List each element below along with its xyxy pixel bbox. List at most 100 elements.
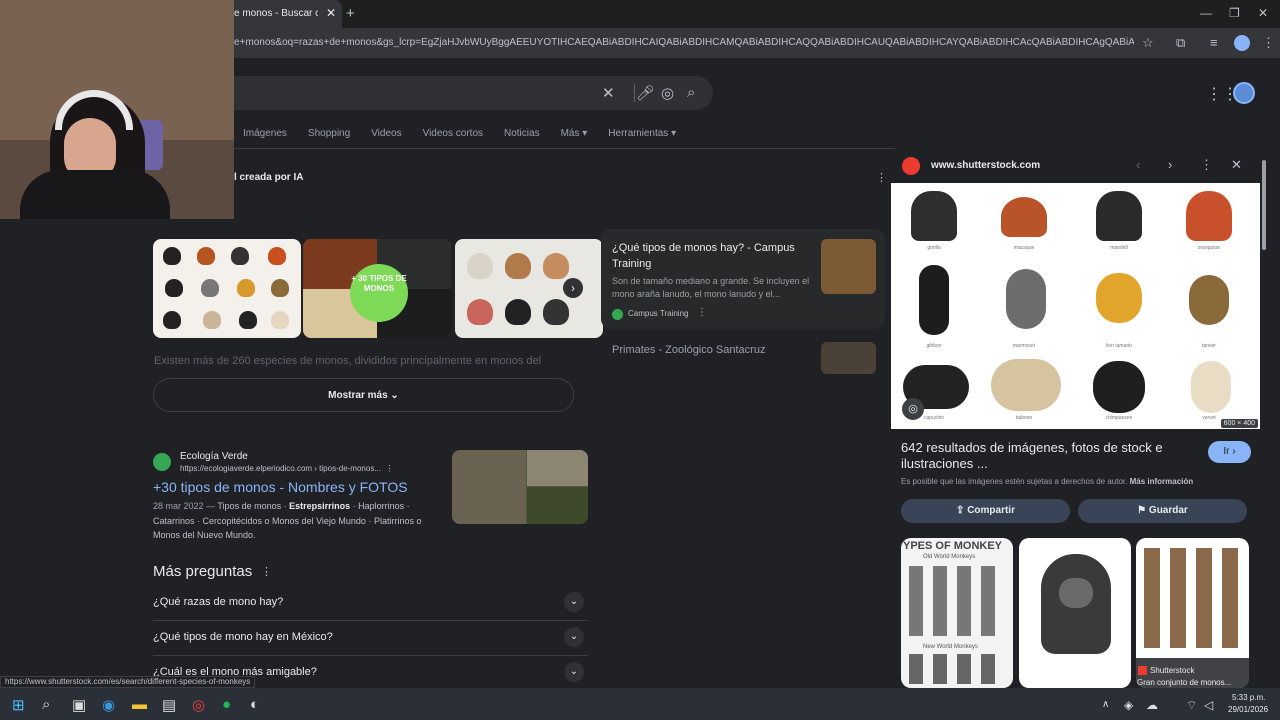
prev-icon[interactable]: ‹ (1136, 157, 1140, 172)
result-site-name[interactable]: Ecología Verde (180, 451, 248, 462)
monkey-figure (911, 191, 957, 241)
next-icon[interactable]: › (1168, 157, 1172, 172)
related-image-3[interactable]: Shutterstock Gran conjunto de monos... (1136, 538, 1249, 688)
chrome-icon[interactable]: ◎ (192, 696, 205, 714)
related-image-heading: YPES OF MONKEY (903, 540, 1003, 552)
monkey-figure (919, 265, 949, 335)
restore-icon[interactable]: ❐ (1229, 6, 1240, 20)
site-favicon-icon (153, 453, 171, 471)
tray-app-icon[interactable]: ☁ (1146, 698, 1158, 712)
lens-search-icon[interactable]: ◎ (902, 398, 924, 420)
related-image-1[interactable]: YPES OF MONKEY Old World Monkeys New Wor… (901, 538, 1013, 688)
file-explorer-icon[interactable]: ▬ (132, 696, 147, 713)
paa-question[interactable]: ¿Qué tipos de mono hay en México? ⌄ (153, 621, 588, 656)
image-dimensions: 600 × 400 (1220, 419, 1258, 428)
wifi-icon[interactable]: ⌔ (1186, 698, 1197, 713)
result-url[interactable]: https://ecologiaverde.elperiodico.com › … (180, 464, 393, 473)
card-title[interactable]: Primates - Zoológico Santacruz (612, 344, 765, 356)
more-info-link[interactable]: Más información (1130, 477, 1194, 486)
paa-question[interactable]: ¿Qué razas de mono hay? ⌄ (153, 586, 588, 621)
show-more-button[interactable]: Mostrar más ⌄ (153, 378, 574, 412)
clock-time[interactable]: 5:33 p.m. (1232, 693, 1265, 702)
tab-shopping[interactable]: Shopping (308, 128, 350, 139)
reading-list-icon[interactable]: ≡ (1210, 35, 1218, 50)
monkey-figure (1096, 191, 1142, 241)
lens-icon[interactable]: ◎ (661, 84, 674, 102)
tab-short-videos[interactable]: Videos cortos (423, 128, 483, 139)
chevron-down-icon[interactable]: ⌄ (564, 662, 584, 682)
close-window-icon[interactable]: ✕ (1258, 6, 1268, 20)
go-label: Ir (1223, 446, 1230, 457)
active-tab[interactable]: e monos - Buscar con G ✕ (228, 0, 342, 28)
tray-chevron-icon[interactable]: ∧ (1102, 699, 1109, 710)
close-icon[interactable]: ✕ (1231, 157, 1242, 173)
new-tab-button[interactable]: + (346, 5, 355, 22)
tab-images[interactable]: Imágenes (243, 128, 287, 139)
paa-question-text: ¿Qué razas de mono hay? (153, 596, 284, 608)
monkey-figure (1096, 273, 1142, 323)
tab-news[interactable]: Noticias (504, 128, 540, 139)
profile-avatar[interactable] (1234, 35, 1250, 51)
task-view-icon[interactable]: ▣ (72, 696, 86, 714)
extensions-icon[interactable]: ⧉ (1176, 35, 1185, 51)
tab-close-icon[interactable]: ✕ (326, 6, 336, 20)
url-field[interactable]: e+monos&oq=razas+de+monos&gs_lcrp=EgZjaH… (234, 37, 1134, 48)
windows-start-icon[interactable]: ⊞ (12, 696, 25, 714)
related-image-2[interactable] (1019, 538, 1131, 688)
panel-domain[interactable]: www.shutterstock.com (931, 160, 1040, 171)
card-snippet: Son de tamaño mediano a grande. Se inclu… (612, 276, 810, 299)
go-button[interactable]: Ir › (1208, 441, 1251, 463)
monkey-label: lion tamarin (1106, 343, 1132, 349)
result-title-link[interactable]: +30 tipos de monos - Nombres y FOTOS (153, 479, 408, 495)
search-icon[interactable]: ⌕ (42, 696, 50, 713)
share-button[interactable]: ⇪ Compartir (901, 499, 1070, 523)
search-icon[interactable]: ⌕ (687, 84, 695, 101)
result-thumbnail[interactable] (452, 450, 588, 524)
search-input[interactable]: ✕ 🎤︎ ◎ ⌕ (210, 76, 713, 110)
monkey-figure (1191, 361, 1231, 413)
ai-image-1[interactable] (153, 239, 301, 338)
related-source: Shutterstock (1150, 666, 1195, 675)
menu-icon[interactable]: ⋮ (1262, 35, 1275, 51)
spotify-icon[interactable]: ● (222, 696, 231, 713)
clock-date[interactable]: 29/01/2026 (1228, 705, 1268, 714)
panel-description[interactable]: 642 resultados de imágenes, fotos de sto… (901, 440, 1191, 472)
store-icon[interactable]: ▤ (162, 696, 176, 714)
source-card[interactable]: ¿Qué tipos de monos hay? - Campus Traini… (601, 229, 885, 329)
chevron-down-icon[interactable]: ⌄ (564, 627, 584, 647)
chevron-down-icon[interactable]: ⌄ (564, 592, 584, 612)
paa-more-icon[interactable]: ⋮ (261, 565, 272, 578)
next-arrow-icon[interactable]: › (563, 278, 583, 298)
avatar[interactable] (1233, 82, 1255, 104)
monkey-label: mandrill (1110, 245, 1128, 251)
bookmark-star-icon[interactable]: ☆ (1142, 35, 1154, 51)
preview-image[interactable]: gorilla macaque mandrill orangutan gibbo… (891, 183, 1260, 429)
tab-videos[interactable]: Videos (371, 128, 401, 139)
monkey-label: gibbon (926, 343, 942, 349)
related-image-subheading: New World Monkeys (923, 644, 978, 650)
link-status-bar: https://www.shutterstock.com/es/search/d… (0, 676, 256, 688)
clear-icon[interactable]: ✕ (602, 84, 615, 102)
save-button[interactable]: ⚑ Guardar (1078, 499, 1247, 523)
panel-scrollbar[interactable] (1262, 160, 1266, 250)
monkey-label: orangutan (1197, 245, 1221, 251)
tab-more[interactable]: Más ▾ (561, 128, 588, 139)
save-label: Guardar (1148, 505, 1188, 516)
more-options-icon[interactable]: ⋮ (876, 171, 887, 184)
more-options-icon[interactable]: ⋮ (1200, 157, 1213, 173)
shutterstock-favicon-icon (902, 157, 920, 175)
card-more-icon[interactable]: ⋮ (697, 307, 707, 318)
obs-icon[interactable]: ◐ (250, 696, 259, 713)
tray-app-icon[interactable]: ◈ (1124, 698, 1133, 712)
edge-icon[interactable]: ◉ (102, 696, 115, 714)
minimize-icon[interactable]: — (1200, 6, 1212, 20)
monkey-label: chimpanzee (1105, 415, 1133, 421)
result-snippet: 28 mar 2022 — Tipos de monos · Estrepsir… (153, 501, 422, 540)
card-thumbnail (821, 342, 876, 374)
ai-overview-text: Existen más de 260 especies de monos, di… (154, 355, 542, 367)
card-thumbnail (821, 239, 876, 294)
webcam-body (20, 170, 170, 219)
tab-tools[interactable]: Herramientas ▾ (608, 128, 676, 139)
volume-icon[interactable]: ◁ (1204, 698, 1213, 712)
microphone-icon[interactable]: 🎤︎ (636, 84, 655, 102)
